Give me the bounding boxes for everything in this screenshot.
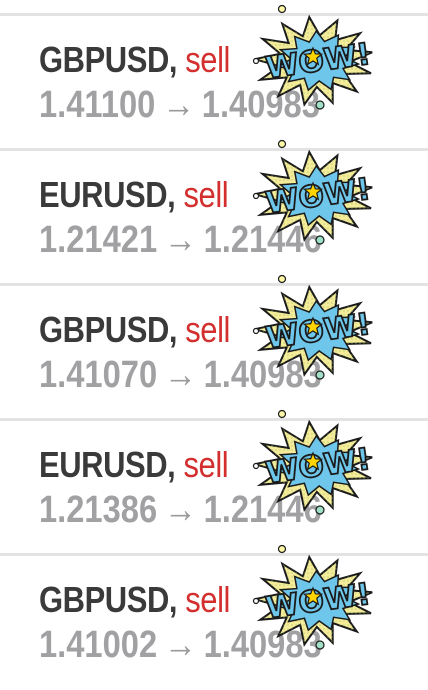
- wow-burst-graphic: WOW!: [252, 139, 374, 245]
- bubble-dot: [277, 409, 287, 419]
- currency-pair: EURUSD: [39, 174, 168, 215]
- bubble-dot: [252, 327, 260, 335]
- wow-sticker-icon: WOW!: [242, 138, 388, 248]
- trade-row[interactable]: GBPUSD, sell 1.41100→1.40983 WOW!: [0, 4, 428, 150]
- bubble-dot: [252, 597, 260, 605]
- bubble-dot: [277, 4, 287, 14]
- entry-price: 1.21386: [39, 489, 158, 531]
- currency-pair: EURUSD: [39, 444, 168, 485]
- wow-burst-graphic: WOW!: [252, 274, 374, 380]
- pair-direction-line: GBPUSD, sell: [39, 308, 230, 352]
- pair-direction-line: GBPUSD, sell: [39, 38, 230, 82]
- wow-burst-graphic: WOW!: [252, 409, 374, 515]
- bubble-dot: [277, 544, 287, 554]
- arrow-right-icon: →: [164, 354, 197, 396]
- wow-sticker-icon: WOW!: [242, 543, 388, 653]
- currency-pair: GBPUSD: [39, 39, 169, 80]
- bubble-dot: [315, 100, 325, 110]
- bubble-dot: [252, 57, 260, 65]
- pair-direction-line: EURUSD, sell: [39, 173, 229, 217]
- entry-price: 1.21421: [39, 219, 158, 261]
- wow-burst-graphic: WOW!: [252, 544, 374, 650]
- trade-direction: sell: [183, 444, 229, 485]
- separator: ,: [168, 309, 186, 350]
- separator: ,: [168, 39, 186, 80]
- bubble-dot: [315, 235, 325, 245]
- bubble-dot: [252, 192, 260, 200]
- bubble-dot: [252, 462, 260, 470]
- pair-direction-line: EURUSD, sell: [39, 443, 229, 487]
- arrow-right-icon: →: [164, 624, 197, 666]
- trade-direction: sell: [185, 39, 230, 80]
- arrow-right-icon: →: [164, 219, 197, 261]
- currency-pair: GBPUSD: [39, 579, 169, 620]
- currency-pair: GBPUSD: [39, 309, 169, 350]
- trade-row[interactable]: GBPUSD, sell 1.41070→1.40983 WOW!: [0, 274, 428, 420]
- trade-direction: sell: [183, 174, 229, 215]
- bubble-dot: [315, 640, 325, 650]
- separator: ,: [168, 579, 186, 620]
- pair-direction-line: GBPUSD, sell: [39, 578, 230, 622]
- wow-sticker-icon: WOW!: [242, 408, 388, 518]
- trade-list: GBPUSD, sell 1.41100→1.40983 WOW! EURUSD…: [0, 0, 428, 682]
- trade-direction: sell: [185, 309, 230, 350]
- trade-row[interactable]: EURUSD, sell 1.21386→1.21446 WOW!: [0, 409, 428, 555]
- separator: ,: [167, 174, 184, 215]
- trade-row[interactable]: EURUSD, sell 1.21421→1.21446 WOW!: [0, 139, 428, 285]
- wow-sticker-icon: WOW!: [242, 273, 388, 383]
- wow-burst-graphic: WOW!: [252, 4, 374, 110]
- trade-row[interactable]: GBPUSD, sell 1.41002→1.40983 WOW!: [0, 544, 428, 690]
- bubble-dot: [277, 139, 287, 149]
- bubble-dot: [315, 505, 325, 515]
- wow-sticker-icon: WOW!: [242, 3, 388, 113]
- bubble-dot: [315, 370, 325, 380]
- arrow-right-icon: →: [164, 489, 197, 531]
- entry-price: 1.41002: [39, 624, 158, 666]
- entry-price: 1.41100: [39, 84, 156, 126]
- trade-direction: sell: [185, 579, 230, 620]
- separator: ,: [167, 444, 184, 485]
- arrow-right-icon: →: [162, 84, 195, 126]
- bubble-dot: [277, 274, 287, 284]
- entry-price: 1.41070: [39, 354, 158, 396]
